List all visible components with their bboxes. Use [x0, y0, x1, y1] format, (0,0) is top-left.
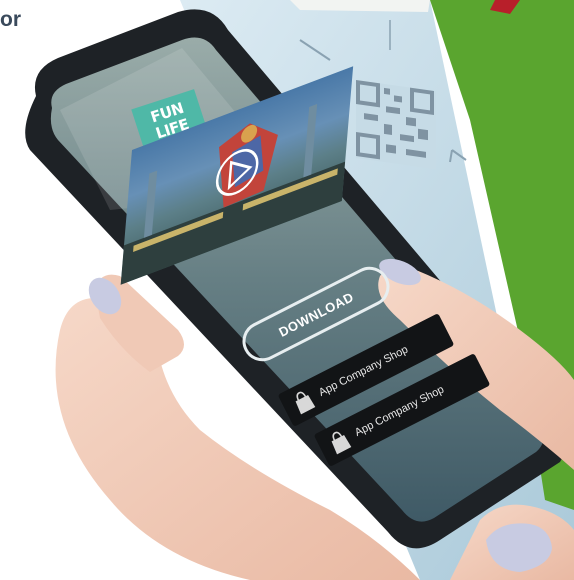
shopping-bag-icon — [295, 391, 316, 415]
scene-illustration — [25, 0, 574, 580]
shopping-bag-icon — [331, 431, 352, 455]
cropped-heading-fragment: or — [0, 8, 21, 31]
photo-scene: or FUN LIFE DOWNLOAD App Company Shop Ap… — [0, 0, 574, 580]
qr-code — [356, 80, 436, 170]
